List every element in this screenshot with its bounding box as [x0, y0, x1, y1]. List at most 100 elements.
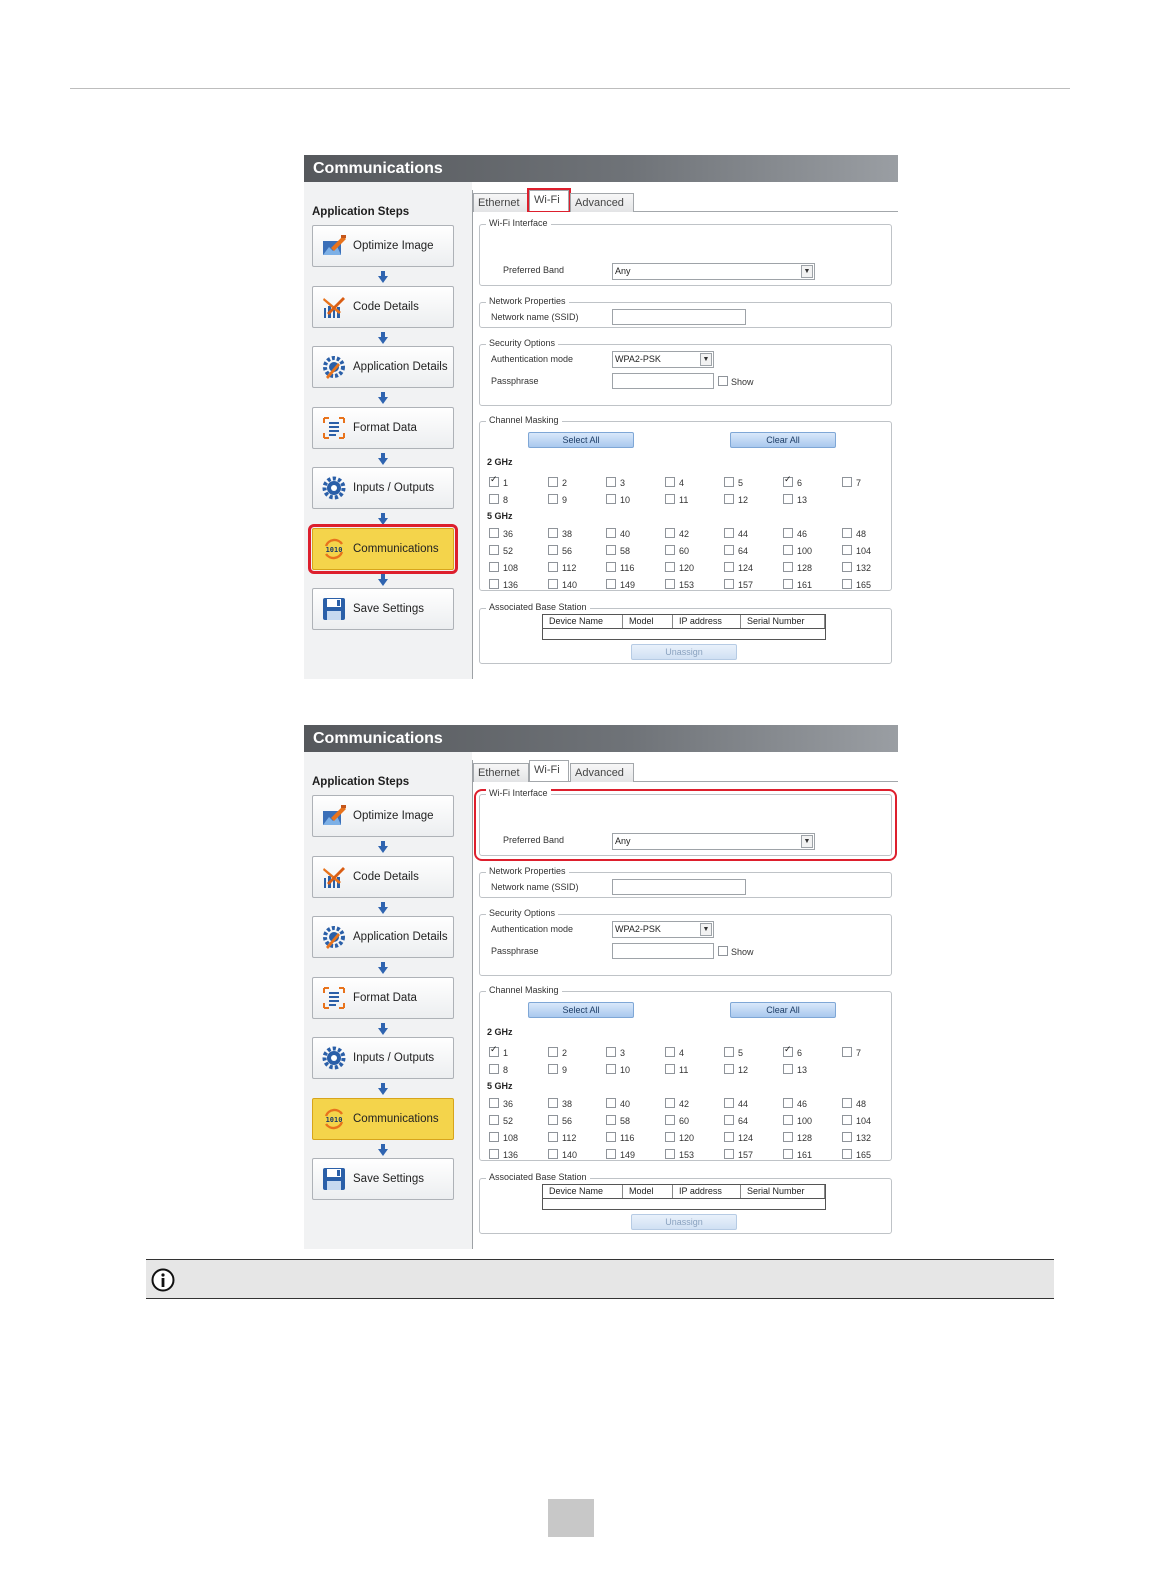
channel-2ghz-checkbox[interactable]: [548, 477, 558, 487]
chevron-down-icon[interactable]: ▼: [700, 353, 712, 366]
channel-5ghz-checkbox[interactable]: [783, 1132, 793, 1142]
channel-2ghz-checkbox[interactable]: [724, 1064, 734, 1074]
step-communications-button[interactable]: 1010 Communications: [308, 524, 458, 574]
column-header[interactable]: Serial Number: [741, 615, 825, 628]
step-inputs-outputs-button[interactable]: Inputs / Outputs: [312, 1037, 454, 1079]
channel-2ghz-checkbox[interactable]: [724, 477, 734, 487]
base-station-table[interactable]: Device Name Model IP address Serial Number: [542, 614, 826, 640]
channel-5ghz-checkbox[interactable]: [548, 1149, 558, 1159]
channel-5ghz-checkbox[interactable]: [665, 1115, 675, 1125]
chevron-down-icon[interactable]: ▼: [801, 835, 813, 848]
show-passphrase-checkbox[interactable]: [718, 376, 728, 386]
channel-2ghz-checkbox[interactable]: [548, 1064, 558, 1074]
auth-mode-select[interactable]: WPA2-PSK ▼: [612, 351, 714, 368]
channel-5ghz-checkbox[interactable]: [724, 1132, 734, 1142]
channel-2ghz-checkbox[interactable]: [606, 1064, 616, 1074]
channel-2ghz-checkbox[interactable]: [783, 1045, 793, 1057]
channel-2ghz-checkbox[interactable]: [724, 1047, 734, 1057]
channel-5ghz-checkbox[interactable]: [842, 1132, 852, 1142]
tab-wifi[interactable]: Wi-Fi: [527, 188, 571, 213]
channel-5ghz-checkbox[interactable]: [783, 1115, 793, 1125]
channel-5ghz-checkbox[interactable]: [548, 1098, 558, 1108]
preferred-band-select[interactable]: Any ▼: [612, 833, 815, 850]
channel-2ghz-checkbox[interactable]: [489, 1045, 499, 1057]
channel-5ghz-checkbox[interactable]: [606, 1115, 616, 1125]
channel-5ghz-checkbox[interactable]: [783, 528, 793, 538]
select-all-button[interactable]: Select All: [528, 1002, 634, 1018]
channel-5ghz-checkbox[interactable]: [489, 1098, 499, 1108]
channel-5ghz-checkbox[interactable]: [606, 545, 616, 555]
channel-2ghz-checkbox[interactable]: [489, 475, 499, 487]
step-communications-button[interactable]: 1010 Communications: [312, 1098, 454, 1140]
channel-5ghz-checkbox[interactable]: [842, 579, 852, 589]
channel-5ghz-checkbox[interactable]: [606, 1132, 616, 1142]
channel-2ghz-checkbox[interactable]: [724, 494, 734, 504]
channel-5ghz-checkbox[interactable]: [489, 579, 499, 589]
channel-2ghz-checkbox[interactable]: [842, 1047, 852, 1057]
channel-5ghz-checkbox[interactable]: [606, 579, 616, 589]
channel-5ghz-checkbox[interactable]: [665, 545, 675, 555]
step-save-settings-button[interactable]: Save Settings: [312, 1158, 454, 1200]
channel-5ghz-checkbox[interactable]: [842, 528, 852, 538]
step-code-details-button[interactable]: Code Details: [312, 856, 454, 898]
channel-2ghz-checkbox[interactable]: [548, 494, 558, 504]
channel-5ghz-checkbox[interactable]: [489, 528, 499, 538]
channel-5ghz-checkbox[interactable]: [783, 579, 793, 589]
step-format-data-button[interactable]: Format Data: [312, 407, 454, 449]
channel-5ghz-checkbox[interactable]: [665, 1132, 675, 1142]
channel-5ghz-checkbox[interactable]: [548, 1115, 558, 1125]
channel-5ghz-checkbox[interactable]: [724, 528, 734, 538]
channel-2ghz-checkbox[interactable]: [548, 1047, 558, 1057]
channel-5ghz-checkbox[interactable]: [724, 545, 734, 555]
chevron-down-icon[interactable]: ▼: [700, 923, 712, 936]
channel-5ghz-checkbox[interactable]: [783, 1098, 793, 1108]
channel-5ghz-checkbox[interactable]: [783, 1149, 793, 1159]
channel-2ghz-checkbox[interactable]: [606, 494, 616, 504]
step-optimize-image-button[interactable]: Optimize Image: [312, 795, 454, 837]
tab-ethernet[interactable]: Ethernet: [473, 193, 529, 212]
channel-5ghz-checkbox[interactable]: [724, 1098, 734, 1108]
channel-5ghz-checkbox[interactable]: [665, 579, 675, 589]
passphrase-input[interactable]: [612, 943, 714, 959]
channel-2ghz-checkbox[interactable]: [783, 494, 793, 504]
step-format-data-button[interactable]: Format Data: [312, 977, 454, 1019]
channel-2ghz-checkbox[interactable]: [665, 494, 675, 504]
channel-5ghz-checkbox[interactable]: [489, 562, 499, 572]
ssid-input[interactable]: [612, 309, 746, 325]
column-header[interactable]: IP address: [673, 615, 741, 628]
tab-ethernet[interactable]: Ethernet: [473, 763, 529, 782]
channel-5ghz-checkbox[interactable]: [665, 1149, 675, 1159]
tab-wifi[interactable]: Wi-Fi: [529, 760, 569, 781]
column-header[interactable]: Model: [623, 1185, 673, 1198]
tab-advanced[interactable]: Advanced: [570, 193, 634, 212]
channel-2ghz-checkbox[interactable]: [606, 477, 616, 487]
step-application-details-button[interactable]: Application Details: [312, 916, 454, 958]
channel-5ghz-checkbox[interactable]: [606, 1098, 616, 1108]
channel-5ghz-checkbox[interactable]: [489, 1149, 499, 1159]
channel-5ghz-checkbox[interactable]: [665, 528, 675, 538]
channel-2ghz-checkbox[interactable]: [665, 1064, 675, 1074]
select-all-button[interactable]: Select All: [528, 432, 634, 448]
step-save-settings-button[interactable]: Save Settings: [312, 588, 454, 630]
channel-5ghz-checkbox[interactable]: [842, 562, 852, 572]
auth-mode-select[interactable]: WPA2-PSK ▼: [612, 921, 714, 938]
channel-5ghz-checkbox[interactable]: [606, 562, 616, 572]
chevron-down-icon[interactable]: ▼: [801, 265, 813, 278]
channel-5ghz-checkbox[interactable]: [548, 562, 558, 572]
column-header[interactable]: Device Name: [543, 615, 623, 628]
tab-advanced[interactable]: Advanced: [570, 763, 634, 782]
channel-5ghz-checkbox[interactable]: [548, 579, 558, 589]
channel-5ghz-checkbox[interactable]: [489, 1115, 499, 1125]
channel-5ghz-checkbox[interactable]: [842, 1098, 852, 1108]
ssid-input[interactable]: [612, 879, 746, 895]
channel-5ghz-checkbox[interactable]: [606, 1149, 616, 1159]
channel-5ghz-checkbox[interactable]: [489, 545, 499, 555]
column-header[interactable]: IP address: [673, 1185, 741, 1198]
channel-5ghz-checkbox[interactable]: [606, 528, 616, 538]
step-code-details-button[interactable]: Code Details: [312, 286, 454, 328]
channel-5ghz-checkbox[interactable]: [548, 528, 558, 538]
show-passphrase-checkbox[interactable]: [718, 946, 728, 956]
column-header[interactable]: Serial Number: [741, 1185, 825, 1198]
column-header[interactable]: Model: [623, 615, 673, 628]
channel-2ghz-checkbox[interactable]: [606, 1047, 616, 1057]
